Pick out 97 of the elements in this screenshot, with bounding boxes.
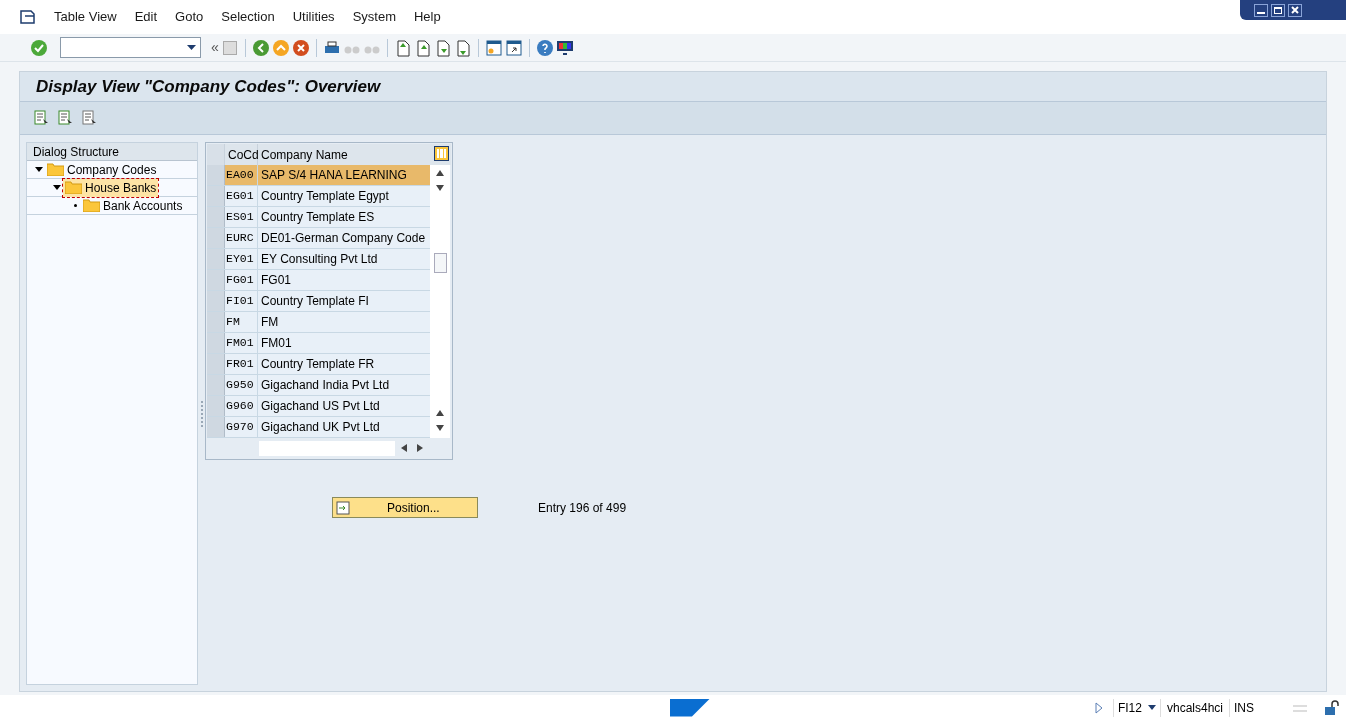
back-icon[interactable]	[251, 38, 270, 57]
splitter-handle[interactable]	[200, 400, 203, 427]
help-icon[interactable]	[535, 38, 554, 57]
table-cell-text: Country Template Egypt	[260, 188, 390, 205]
table-row[interactable]: G960 Gigachand US Pvt Ltd	[207, 396, 430, 417]
monitor-icon[interactable]	[555, 38, 574, 57]
position-button[interactable]: Position...	[332, 497, 478, 518]
table-cell-text: FM01	[260, 335, 293, 352]
detail-list-icon[interactable]	[80, 109, 98, 127]
table-row[interactable]: FR01 Country Template FR	[207, 354, 430, 375]
menu-item[interactable]: Goto	[166, 7, 213, 27]
table-row[interactable]: EURC DE01-German Company Code	[207, 228, 430, 249]
scroll-down-icon[interactable]	[436, 185, 444, 191]
folder-icon	[47, 163, 64, 176]
check-icon[interactable]	[30, 38, 48, 57]
server-name: vhcals4hci	[1159, 698, 1229, 717]
display-list-icon[interactable]	[32, 109, 50, 127]
cancel-icon[interactable]	[291, 38, 310, 57]
horizontal-scrollbar[interactable]	[259, 440, 395, 456]
table-row[interactable]: G970 Gigachand UK Pvt Ltd	[207, 417, 430, 438]
table-cell: G960	[225, 396, 258, 416]
menu-item[interactable]: Selection	[212, 7, 284, 27]
close-icon[interactable]	[1288, 3, 1302, 17]
tree-item[interactable]: Company Codes	[45, 160, 159, 179]
bullet-icon	[73, 204, 77, 207]
shortcut-icon[interactable]	[504, 38, 523, 57]
tree-header: Dialog Structure	[27, 143, 197, 161]
up-icon[interactable]	[271, 38, 290, 57]
folder-icon	[83, 199, 100, 212]
transaction-code[interactable]: FI12	[1112, 698, 1160, 717]
table-row[interactable]: FM FM	[207, 312, 430, 333]
caret-icon[interactable]	[35, 166, 43, 173]
scroll-up-icon[interactable]	[436, 410, 444, 416]
table-cell: EA00	[225, 165, 258, 185]
tree-item[interactable]: House Banks	[63, 178, 159, 197]
table-cell-text: EY Consulting Pvt Ltd	[260, 251, 379, 268]
play-icon[interactable]	[1094, 701, 1103, 714]
table-row[interactable]: EA00 SAP S/4 HANA LEARNING	[207, 165, 430, 186]
menu-icon[interactable]	[20, 10, 36, 24]
scroll-up-icon[interactable]	[436, 170, 444, 176]
table-cell: EY01	[225, 249, 258, 269]
dropdown-caret-icon[interactable]	[187, 45, 196, 50]
window-title: Display View "Company Codes": Overview	[36, 75, 381, 98]
column-settings-icon[interactable]	[434, 146, 449, 161]
menu-item[interactable]: System	[343, 7, 405, 27]
table-row[interactable]: EG01 Country Template Egypt	[207, 186, 430, 207]
table-cell: G970	[225, 417, 258, 437]
menu-item[interactable]: Table View	[45, 7, 126, 27]
table-cell: FG01	[225, 270, 258, 290]
table-cell-text: Country Template FI	[260, 293, 370, 310]
table-cell-text: DE01-German Company Code	[260, 230, 427, 247]
history-button[interactable]: «	[211, 37, 219, 58]
table-cell: G950	[225, 375, 258, 395]
table-cell-text: Gigachand US Pvt Ltd	[260, 398, 381, 415]
table-cell: FM	[225, 312, 258, 332]
table-cell-text: SAP S/4 HANA LEARNING	[260, 167, 408, 184]
scroll-left-icon[interactable]	[401, 444, 407, 452]
table-cell: FI01	[225, 291, 258, 311]
table-cell-text: Country Template FR	[260, 356, 376, 373]
vertical-scrollbar[interactable]	[430, 165, 450, 438]
table-row[interactable]: FI01 Country Template FI	[207, 291, 430, 312]
table-row[interactable]: G950 Gigachand India Pvt Ltd	[207, 375, 430, 396]
table-cell: FR01	[225, 354, 258, 374]
minimize-icon[interactable]	[1254, 3, 1268, 17]
position-icon	[336, 500, 350, 515]
folder-icon	[65, 181, 82, 194]
tree-item[interactable]: Bank Accounts	[81, 196, 185, 215]
scroll-thumb[interactable]	[433, 253, 447, 273]
select-list-icon[interactable]	[56, 109, 74, 127]
menu-item[interactable]: Edit	[125, 7, 167, 27]
entry-counter: Entry 196 of 499	[538, 499, 627, 517]
table-cell-text: Gigachand India Pvt Ltd	[260, 377, 391, 394]
scroll-right-icon[interactable]	[417, 444, 423, 452]
maximize-icon[interactable]	[1271, 3, 1285, 17]
table-row[interactable]: ES01 Country Template ES	[207, 207, 430, 228]
sap-logo	[669, 698, 710, 717]
table-row[interactable]: EY01 EY Consulting Pvt Ltd	[207, 249, 430, 270]
table-cell: FM01	[225, 333, 258, 353]
table-cell-text: Gigachand UK Pvt Ltd	[260, 419, 381, 436]
table-cell-text: FG01	[260, 272, 292, 289]
table-cell-text: FM	[260, 314, 280, 331]
table-cell: EG01	[225, 186, 258, 206]
column-header[interactable]: Company Name	[258, 144, 430, 165]
input-mode: INS	[1229, 698, 1258, 717]
command-field[interactable]	[60, 37, 201, 58]
menu-item[interactable]: Help	[404, 7, 450, 27]
table-cell: ES01	[225, 207, 258, 227]
menu-item[interactable]: Utilities	[283, 7, 344, 27]
table-row[interactable]: FM01 FM01	[207, 333, 430, 354]
caret-icon[interactable]	[53, 184, 61, 191]
save-icon[interactable]	[220, 38, 239, 57]
table-row[interactable]: FG01 FG01	[207, 270, 430, 291]
lock-icon[interactable]	[1324, 699, 1340, 716]
table-cell: EURC	[225, 228, 258, 248]
table-cell-text: Country Template ES	[260, 209, 376, 226]
scroll-down-icon[interactable]	[436, 425, 444, 431]
window-icon[interactable]	[484, 38, 503, 57]
